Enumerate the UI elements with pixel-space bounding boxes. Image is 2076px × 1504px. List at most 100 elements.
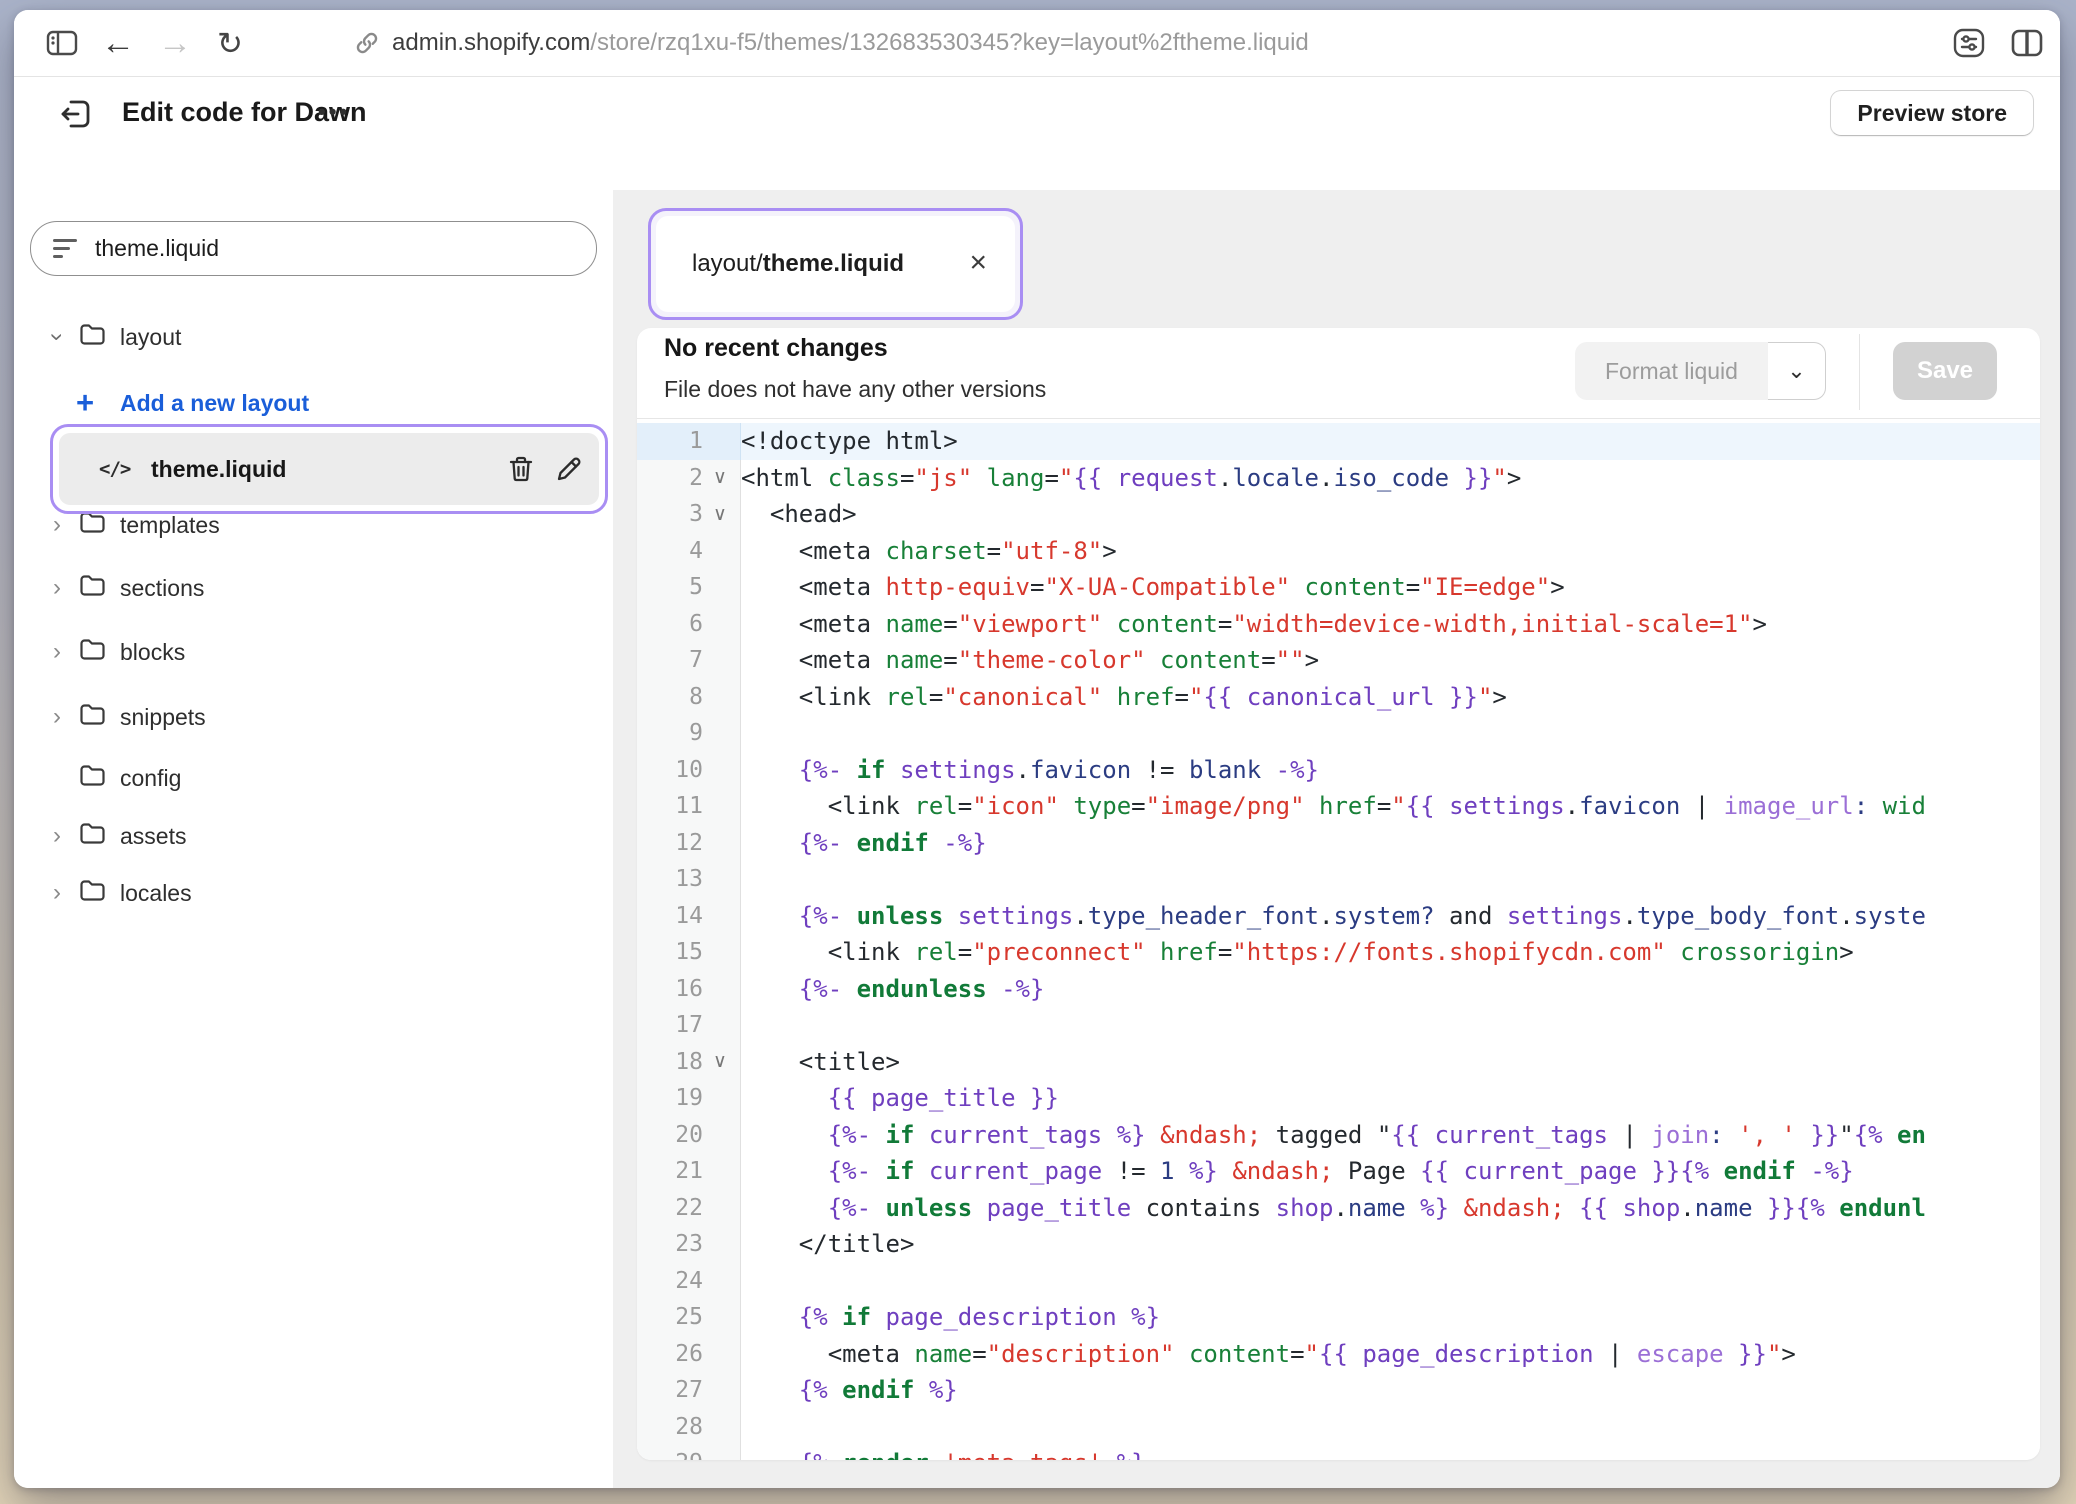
sidebar-folder-assets[interactable]: ›assets (14, 808, 613, 864)
code-line-27[interactable]: 27 {% endif %} (637, 1372, 2040, 1409)
code-line-2[interactable]: 2∨<html class="js" lang="{{ request.loca… (637, 460, 2040, 497)
split-view-icon[interactable] (2002, 10, 2052, 76)
line-number: 15 (637, 939, 703, 965)
code-line-18[interactable]: 18∨ <title> (637, 1044, 2040, 1081)
chevron-right-icon[interactable]: › (45, 703, 69, 731)
sidebar-folder-sections[interactable]: ›sections (14, 560, 613, 616)
pencil-icon (555, 455, 583, 483)
tab-close-icon[interactable]: × (969, 248, 987, 278)
format-liquid-button[interactable]: Format liquid (1575, 342, 1768, 400)
code-text: {% if page_description %} (741, 1299, 2040, 1336)
forward-icon[interactable]: → (153, 10, 197, 76)
app-header: Edit code for Dawn ••• Preview store (14, 77, 2060, 190)
code-line-5[interactable]: 5 <meta http-equiv="X-UA-Compatible" con… (637, 569, 2040, 606)
chevron-right-icon[interactable]: › (45, 638, 69, 666)
code-line-14[interactable]: 14 {%- unless settings.type_header_font.… (637, 898, 2040, 935)
more-menu-button[interactable]: ••• (318, 99, 350, 125)
code-line-16[interactable]: 16 {%- endunless -%} (637, 971, 2040, 1008)
gutter: 18∨ (637, 1044, 741, 1081)
code-line-9[interactable]: 9 (637, 715, 2040, 752)
page-settings-icon[interactable] (1944, 10, 1994, 76)
code-line-24[interactable]: 24 (637, 1263, 2040, 1300)
chevron-down-icon[interactable]: › (45, 323, 69, 351)
code-line-29[interactable]: 29 {% render 'meta-tags' %} (637, 1445, 2040, 1460)
sidebar-toggle-icon[interactable] (40, 10, 84, 76)
sidebar-folder-layout[interactable]: ›layout (14, 309, 613, 365)
fold-arrow-icon[interactable]: ∨ (703, 1050, 737, 1073)
fold-arrow-icon[interactable]: ∨ (703, 466, 737, 489)
line-number: 11 (637, 793, 703, 819)
add-layout-label: Add a new layout (120, 390, 309, 417)
code-text: <link rel="canonical" href="{{ canonical… (741, 679, 2040, 716)
address-bar[interactable]: admin.shopify.com/store/rzq1xu-f5/themes… (354, 10, 1309, 76)
exit-editor-button[interactable] (55, 93, 97, 135)
code-text: {% render 'meta-tags' %} (741, 1445, 2040, 1460)
code-line-12[interactable]: 12 {%- endif -%} (637, 825, 2040, 862)
line-number: 18 (637, 1049, 703, 1075)
sidebar-folder-config[interactable]: config (14, 750, 613, 806)
reload-icon[interactable]: ↻ (208, 10, 252, 76)
line-number: 29 (637, 1450, 703, 1460)
code-line-22[interactable]: 22 {%- unless page_title contains shop.n… (637, 1190, 2040, 1227)
code-line-11[interactable]: 11 <link rel="icon" type="image/png" hre… (637, 788, 2040, 825)
code-text (741, 1409, 2040, 1446)
gutter: 13 (637, 861, 741, 898)
gutter: 4 (637, 533, 741, 570)
fold-arrow-icon[interactable]: ∨ (703, 503, 737, 526)
sidebar-item-theme-liquid[interactable]: </> theme.liquid (59, 433, 599, 505)
sidebar-folder-snippets[interactable]: ›snippets (14, 689, 613, 745)
line-number: 7 (637, 647, 703, 673)
gutter: 21 (637, 1153, 741, 1190)
chevron-right-icon[interactable]: › (45, 822, 69, 850)
folder-icon (79, 764, 106, 793)
chevron-right-icon[interactable]: › (45, 574, 69, 602)
code-line-25[interactable]: 25 {% if page_description %} (637, 1299, 2040, 1336)
sidebar-folder-locales[interactable]: ›locales (14, 865, 613, 921)
gutter: 8 (637, 679, 741, 716)
code-line-10[interactable]: 10 {%- if settings.favicon != blank -%} (637, 752, 2040, 789)
gutter: 11 (637, 788, 741, 825)
code-line-28[interactable]: 28 (637, 1409, 2040, 1446)
code-line-1[interactable]: 1<!doctype html> (637, 423, 2040, 460)
line-number: 1 (637, 428, 703, 454)
code-line-23[interactable]: 23 </title> (637, 1226, 2040, 1263)
rename-file-button[interactable] (551, 451, 587, 487)
gutter: 15 (637, 934, 741, 971)
delete-file-button[interactable] (503, 451, 539, 487)
code-line-13[interactable]: 13 (637, 861, 2040, 898)
code-line-8[interactable]: 8 <link rel="canonical" href="{{ canonic… (637, 679, 2040, 716)
sidebar-folder-blocks[interactable]: ›blocks (14, 624, 613, 680)
chevron-right-icon[interactable]: › (45, 879, 69, 907)
file-search-box[interactable] (30, 221, 597, 276)
line-number: 3 (637, 501, 703, 527)
open-file-tab-ring: layout/theme.liquid × (648, 208, 1023, 320)
preview-store-button[interactable]: Preview store (1830, 90, 2034, 136)
code-line-15[interactable]: 15 <link rel="preconnect" href="https://… (637, 934, 2040, 971)
code-line-19[interactable]: 19 {{ page_title }} (637, 1080, 2040, 1117)
code-line-4[interactable]: 4 <meta charset="utf-8"> (637, 533, 2040, 570)
save-button[interactable]: Save (1893, 342, 1997, 400)
line-number: 5 (637, 574, 703, 600)
code-text: <html class="js" lang="{{ request.locale… (741, 460, 2040, 497)
code-line-6[interactable]: 6 <meta name="viewport" content="width=d… (637, 606, 2040, 643)
code-line-7[interactable]: 7 <meta name="theme-color" content=""> (637, 642, 2040, 679)
format-liquid-split-button: Format liquid ⌄ (1575, 342, 1826, 400)
code-line-20[interactable]: 20 {%- if current_tags %} &ndash; tagged… (637, 1117, 2040, 1154)
code-editor[interactable]: 1<!doctype html>2∨<html class="js" lang=… (637, 419, 2040, 1460)
gutter: 22 (637, 1190, 741, 1227)
code-line-21[interactable]: 21 {%- if current_page != 1 %} &ndash; P… (637, 1153, 2040, 1190)
gutter: 29 (637, 1445, 741, 1460)
code-line-3[interactable]: 3∨ <head> (637, 496, 2040, 533)
search-input[interactable] (93, 234, 576, 263)
back-icon[interactable]: ← (96, 10, 140, 76)
code-text: <head> (741, 496, 2040, 533)
chevron-right-icon[interactable]: › (45, 511, 69, 539)
code-line-17[interactable]: 17 (637, 1007, 2040, 1044)
folder-icon (79, 638, 106, 667)
gutter: 5 (637, 569, 741, 606)
add-new-layout-link[interactable]: +Add a new layout (14, 375, 613, 431)
code-text: <meta name="theme-color" content=""> (741, 642, 2040, 679)
tab-layout-theme-liquid[interactable]: layout/theme.liquid × (656, 216, 1015, 312)
code-line-26[interactable]: 26 <meta name="description" content="{{ … (637, 1336, 2040, 1373)
format-dropdown-button[interactable]: ⌄ (1768, 342, 1826, 400)
